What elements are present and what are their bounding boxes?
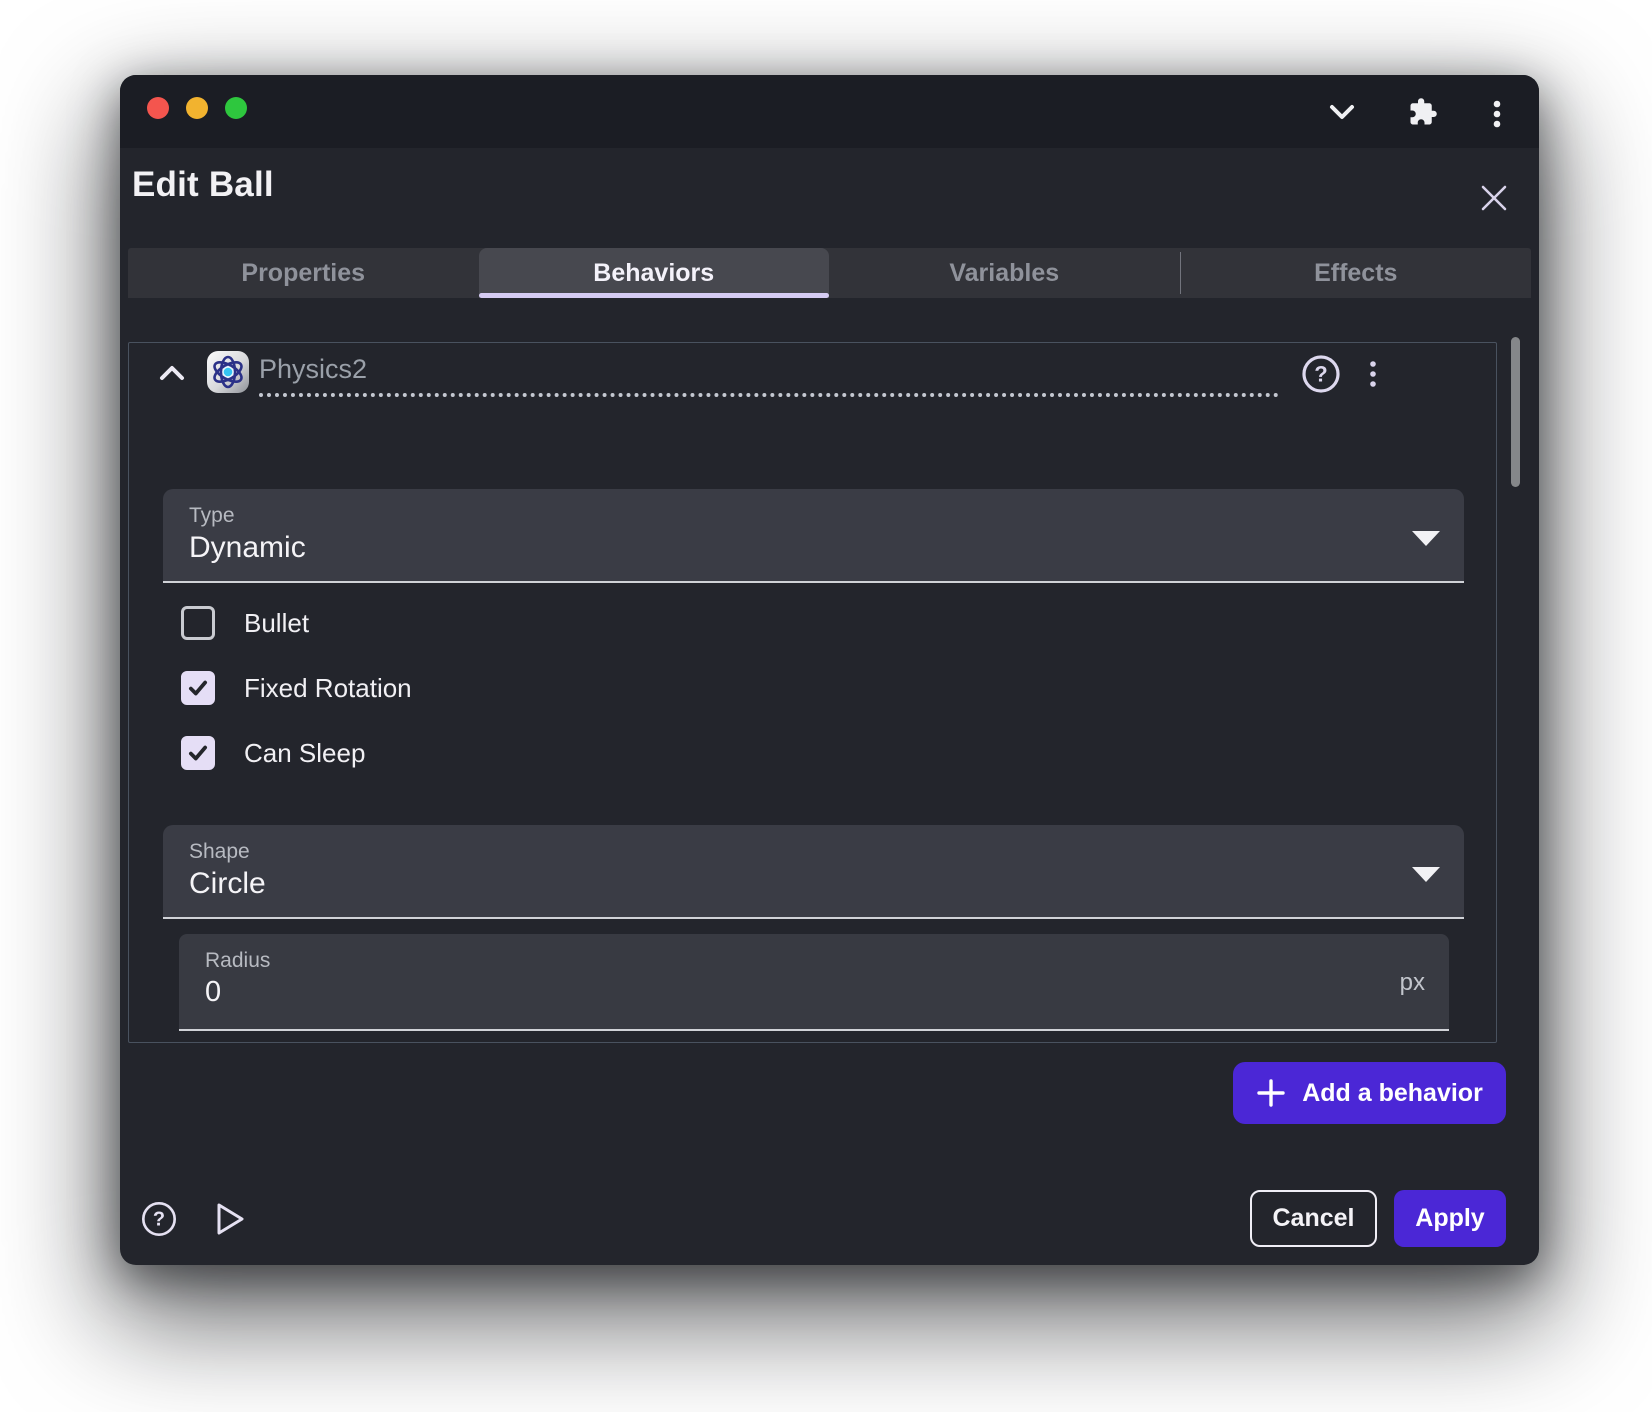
- kebab-menu-icon[interactable]: [1492, 99, 1502, 129]
- checkbox-label: Bullet: [244, 608, 309, 639]
- tab-effects[interactable]: Effects: [1181, 248, 1532, 298]
- dropdown-arrow-icon: [1412, 531, 1440, 546]
- atom-icon: [206, 350, 250, 394]
- puzzle-extension-icon[interactable]: [1408, 97, 1438, 127]
- titlebar: [120, 75, 1539, 148]
- tab-label: Variables: [949, 259, 1059, 288]
- tab-label: Properties: [241, 259, 365, 288]
- collapse-behavior-button[interactable]: [159, 365, 185, 383]
- edit-ball-dialog-window: Edit Ball Properties Behaviors Variables…: [120, 75, 1539, 1265]
- radius-input[interactable]: [205, 976, 1305, 1009]
- minimize-window-button[interactable]: [186, 97, 208, 119]
- scrollbar-thumb[interactable]: [1511, 337, 1520, 487]
- field-value: Circle: [189, 867, 266, 901]
- field-label: Radius: [205, 949, 270, 973]
- tab-label: Effects: [1314, 259, 1397, 288]
- behavior-name-dotted-underline: [259, 393, 1279, 397]
- close-dialog-button[interactable]: [1479, 183, 1509, 213]
- tab-properties[interactable]: Properties: [128, 248, 479, 298]
- preview-play-button[interactable]: [214, 1201, 246, 1237]
- close-window-button[interactable]: [147, 97, 169, 119]
- behavior-help-button[interactable]: ?: [1301, 354, 1341, 394]
- checkmark-icon: [187, 677, 209, 699]
- help-icon: ?: [140, 1200, 178, 1238]
- fixed-rotation-checkbox[interactable]: Fixed Rotation: [181, 671, 412, 705]
- behavior-name[interactable]: Physics2: [259, 354, 367, 385]
- tab-variables[interactable]: Variables: [829, 248, 1180, 298]
- page-title: Edit Ball: [132, 165, 274, 205]
- help-icon: ?: [1301, 354, 1341, 394]
- cancel-button[interactable]: Cancel: [1250, 1190, 1377, 1247]
- traffic-lights: [147, 97, 247, 119]
- checkbox-box: [181, 606, 215, 640]
- bullet-checkbox[interactable]: Bullet: [181, 606, 309, 640]
- checkmark-icon: [187, 742, 209, 764]
- checkbox-box: [181, 736, 215, 770]
- checkbox-box: [181, 671, 215, 705]
- tab-behaviors[interactable]: Behaviors: [479, 248, 830, 298]
- shape-select[interactable]: Shape Circle: [163, 825, 1464, 919]
- unit-label: px: [1400, 969, 1425, 997]
- checkbox-label: Can Sleep: [244, 738, 365, 769]
- apply-button[interactable]: Apply: [1394, 1190, 1506, 1247]
- desktop-background: Edit Ball Properties Behaviors Variables…: [0, 0, 1652, 1412]
- type-select[interactable]: Type Dynamic: [163, 489, 1464, 583]
- add-behavior-label: Add a behavior: [1302, 1079, 1483, 1108]
- play-icon: [214, 1201, 246, 1237]
- plus-icon: [1256, 1078, 1286, 1108]
- dialog-tabs: Properties Behaviors Variables Effects: [128, 248, 1531, 298]
- dropdown-arrow-icon: [1412, 867, 1440, 882]
- can-sleep-checkbox[interactable]: Can Sleep: [181, 736, 365, 770]
- chevron-up-icon: [159, 365, 185, 381]
- kebab-menu-icon: [1367, 360, 1379, 390]
- radius-field: Radius px: [179, 934, 1449, 1031]
- dialog-footer: ? Cancel Apply: [132, 1190, 1506, 1247]
- behavior-options-button[interactable]: [1367, 360, 1379, 390]
- tab-label: Behaviors: [593, 259, 714, 288]
- dialog-help-button[interactable]: ?: [140, 1200, 178, 1238]
- zoom-window-button[interactable]: [225, 97, 247, 119]
- close-icon: [1479, 183, 1509, 213]
- field-label: Shape: [189, 840, 250, 864]
- checkbox-label: Fixed Rotation: [244, 673, 412, 704]
- field-label: Type: [189, 504, 235, 528]
- behaviors-panel: Physics2 ? Type Dynamic: [128, 342, 1497, 1043]
- field-value: Dynamic: [189, 531, 306, 565]
- add-behavior-button[interactable]: Add a behavior: [1233, 1062, 1506, 1124]
- chevron-down-icon[interactable]: [1329, 104, 1355, 120]
- question-glyph: ?: [153, 1208, 165, 1230]
- question-glyph: ?: [1314, 362, 1327, 387]
